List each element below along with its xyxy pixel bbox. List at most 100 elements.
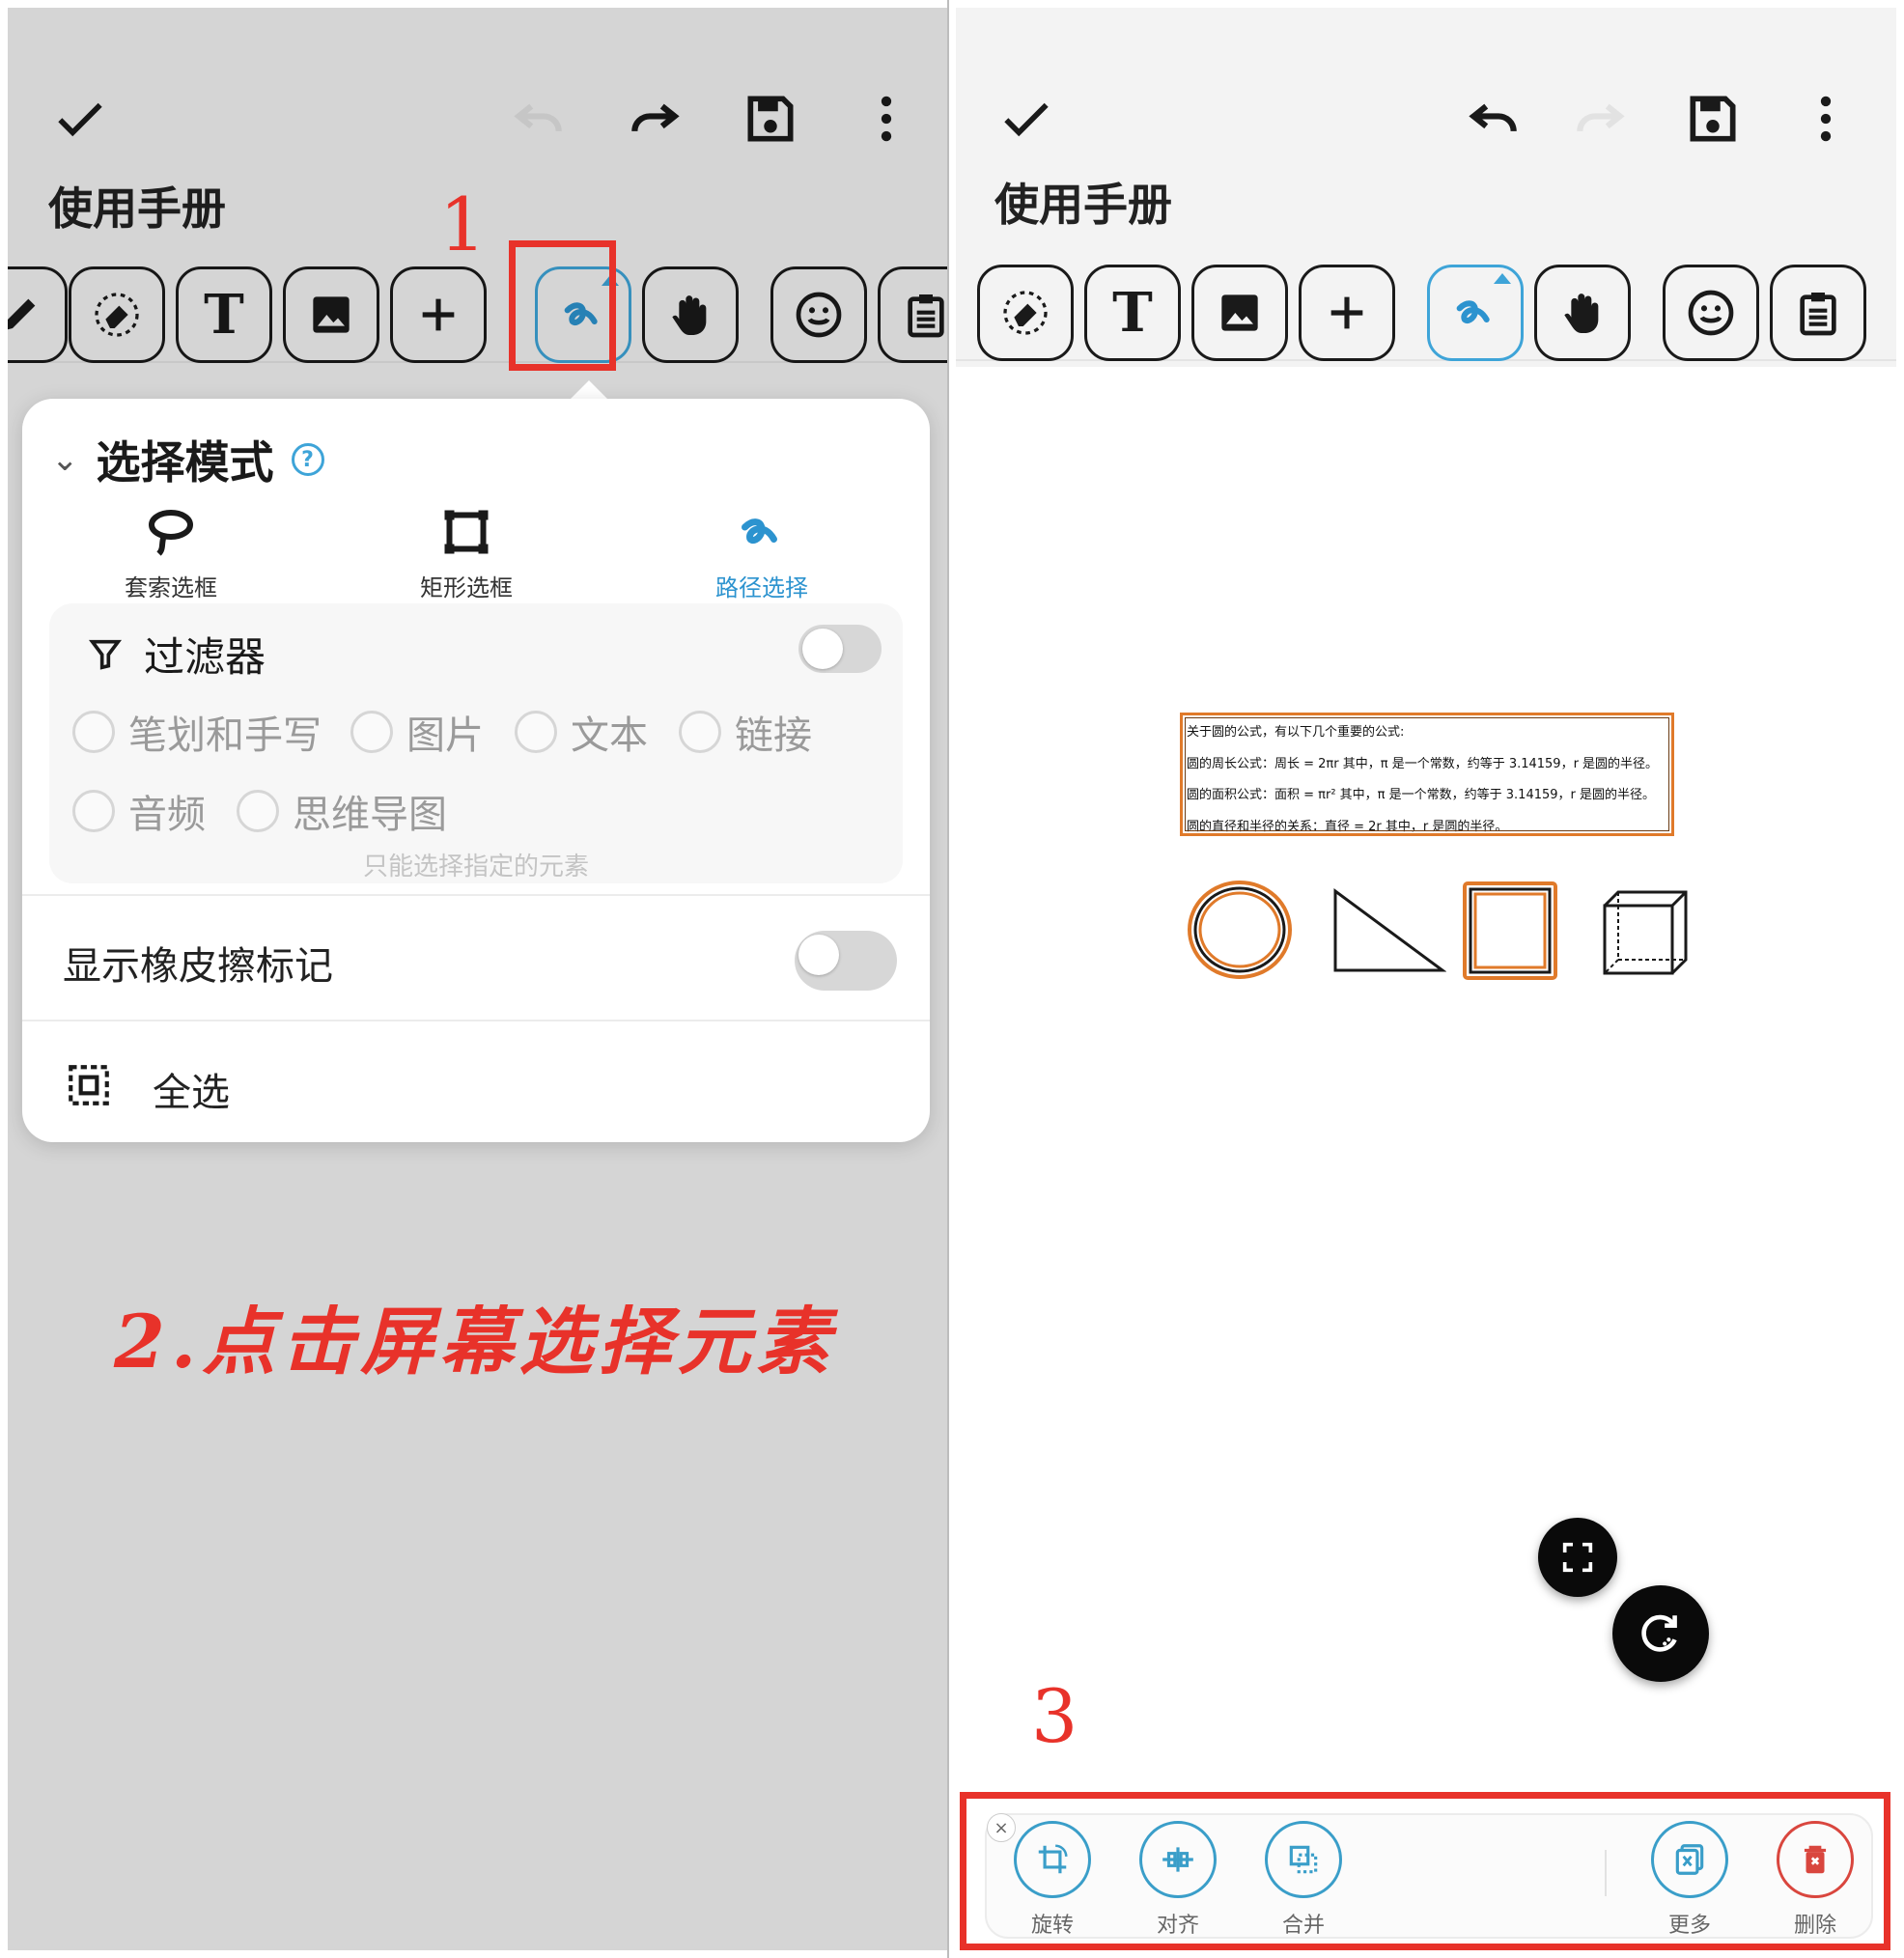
hand-icon	[1564, 294, 1599, 333]
filter-card: 过滤器 笔划和手写 图片 文本 链接 音频 思维导图 只能选择指定的元素	[49, 603, 903, 883]
filter-toggle[interactable]	[798, 625, 882, 673]
instruction-text: 2.点击屏幕选择元素	[114, 1299, 836, 1385]
radio-circle	[72, 790, 115, 832]
rotate-button[interactable]: 旋转	[1004, 1821, 1101, 1939]
filter-icon	[89, 639, 122, 670]
lasso-label: 套索选框	[125, 574, 217, 601]
rect-label: 矩形选框	[420, 574, 513, 601]
more-label: 更多	[1667, 1914, 1711, 1938]
right-screenshot: 使用手册 T 关于圆的公式，有以下几个重要的公式: 圆的周长公式：周长 = 2π…	[956, 8, 1896, 1950]
document-title: 使用手册	[994, 179, 1172, 231]
help-icon[interactable]: ?	[291, 443, 324, 476]
path-select-option[interactable]: 路径选择	[665, 503, 858, 602]
filter-option-label: 文本	[571, 713, 648, 758]
merge-icon	[1289, 1845, 1318, 1874]
mode-heading: 选择模式	[96, 436, 274, 489]
selection-mode-popup: ⌄ 选择模式 ? 套索选框 矩形选框 路径选择 过滤器 笔划和手写 图片 文本 …	[22, 399, 930, 1142]
align-button[interactable]: 对齐	[1130, 1821, 1226, 1939]
chevron-down-icon[interactable]: ⌄	[51, 440, 79, 479]
filter-option-strokes[interactable]: 笔划和手写	[72, 704, 322, 760]
lasso-select-option[interactable]: 套索选框	[74, 503, 267, 602]
panel-divider	[947, 0, 949, 1958]
filter-option-audio[interactable]: 音频	[72, 783, 206, 839]
radio-circle	[237, 790, 279, 832]
more-vert-icon[interactable]	[1782, 75, 1869, 162]
text-line: 关于圆的公式，有以下几个重要的公式:	[1187, 725, 1405, 740]
filter-hint: 只能选择指定的元素	[362, 853, 589, 881]
eraser-marks-toggle[interactable]	[795, 931, 897, 991]
more-button[interactable]: 更多	[1641, 1821, 1738, 1939]
eraser-marks-label: 显示橡皮擦标记	[63, 944, 333, 989]
action-divider	[1605, 1850, 1607, 1896]
divider	[22, 1020, 930, 1021]
mode-header: ⌄ 选择模式 ?	[51, 428, 324, 491]
merge-button[interactable]: 合并	[1255, 1821, 1352, 1939]
confirm-check-icon[interactable]	[983, 75, 1070, 162]
submenu-caret-icon	[1494, 273, 1511, 284]
text-line: 圆的周长公式：周长 = 2πr 其中，π 是一个常数，约等于 3.14159，r…	[1187, 756, 1659, 771]
step-number-1: 1	[439, 182, 487, 267]
clipboard-icon	[1800, 293, 1836, 336]
step-number-3: 3	[1031, 1673, 1078, 1759]
filter-option-label: 图片	[406, 713, 484, 758]
undo-icon[interactable]	[1450, 75, 1537, 162]
top-app-bar	[956, 66, 1896, 172]
redo-icon[interactable]	[1556, 75, 1643, 162]
highlight-box-tool	[509, 240, 616, 371]
divider	[22, 894, 930, 896]
tool-clipboard[interactable]	[1770, 265, 1866, 361]
emoji-icon	[1688, 290, 1734, 336]
filter-option-text[interactable]: 文本	[515, 704, 648, 760]
text-line: 圆的面积公式：面积 = πr² 其中，π 是一个常数，约等于 3.14159，r…	[1187, 788, 1655, 802]
merge-label: 合并	[1281, 1914, 1325, 1938]
select-all-label[interactable]: 全选	[153, 1061, 230, 1117]
left-screenshot: 使用手册 T 1 ⌄ 选择模式 ? 套索选框 矩形选框 路径选择 过滤器 笔划和…	[8, 8, 947, 1950]
path-label: 路径选择	[715, 574, 808, 601]
selected-circle-shape[interactable]	[1186, 879, 1294, 981]
lasso-icon	[149, 510, 193, 556]
tool-eraser[interactable]	[977, 265, 1074, 361]
filter-header: 过滤器	[86, 625, 266, 684]
align-icon	[1162, 1847, 1193, 1872]
radio-circle	[72, 711, 115, 753]
filter-option-mindmap[interactable]: 思维导图	[237, 783, 447, 839]
select-all-icon[interactable]	[65, 1061, 113, 1109]
rect-select-option[interactable]: 矩形选框	[370, 503, 563, 602]
tool-text[interactable]: T	[1084, 265, 1181, 361]
note-canvas[interactable]: 关于圆的公式，有以下几个重要的公式: 圆的周长公式：周长 = 2πr 其中，π …	[956, 367, 1896, 1950]
tool-emoji[interactable]	[1663, 265, 1759, 361]
radio-circle	[679, 711, 721, 753]
fullscreen-icon[interactable]	[1538, 1518, 1617, 1597]
text-line: 圆的直径和半径的关系：直径 = 2r 其中，r 是圆的半径。	[1187, 819, 1508, 834]
more-options-icon	[1675, 1844, 1704, 1875]
tool-strip: T	[956, 255, 1896, 361]
filter-option-image[interactable]: 图片	[350, 704, 484, 760]
page: 使用手册 T 1 ⌄ 选择模式 ? 套索选框 矩形选框 路径选择 过滤器 笔划和…	[0, 0, 1904, 1958]
trash-icon	[1804, 1845, 1827, 1874]
tool-hand[interactable]	[1534, 265, 1631, 361]
align-label: 对齐	[1156, 1914, 1199, 1938]
delete-button[interactable]: 删除	[1767, 1821, 1863, 1939]
filter-option-label: 笔划和手写	[128, 713, 322, 758]
selected-text-block[interactable]: 关于圆的公式，有以下几个重要的公式: 圆的周长公式：周长 = 2πr 其中，π …	[1180, 713, 1674, 836]
cube-shape[interactable]	[1601, 888, 1690, 977]
delete-label: 删除	[1793, 1914, 1836, 1938]
triangle-shape[interactable]	[1332, 888, 1446, 975]
filter-option-link[interactable]: 链接	[679, 704, 812, 760]
radio-circle	[515, 711, 557, 753]
path-select-icon	[742, 518, 777, 545]
tool-image[interactable]	[1191, 265, 1288, 361]
filter-option-label: 音频	[128, 793, 206, 837]
filter-option-label: 链接	[735, 713, 812, 758]
radio-circle	[350, 711, 393, 753]
tool-path-select[interactable]	[1427, 265, 1524, 361]
filter-label: 过滤器	[144, 633, 266, 681]
plus-icon	[1330, 296, 1363, 329]
tool-add[interactable]	[1299, 265, 1395, 361]
rect-select-icon	[444, 510, 489, 554]
text-icon: T	[1112, 281, 1153, 345]
save-icon[interactable]	[1669, 75, 1756, 162]
selected-square-shape[interactable]	[1462, 881, 1558, 981]
rotate-canvas-icon[interactable]	[1612, 1585, 1709, 1682]
rotate-icon	[1038, 1844, 1068, 1874]
